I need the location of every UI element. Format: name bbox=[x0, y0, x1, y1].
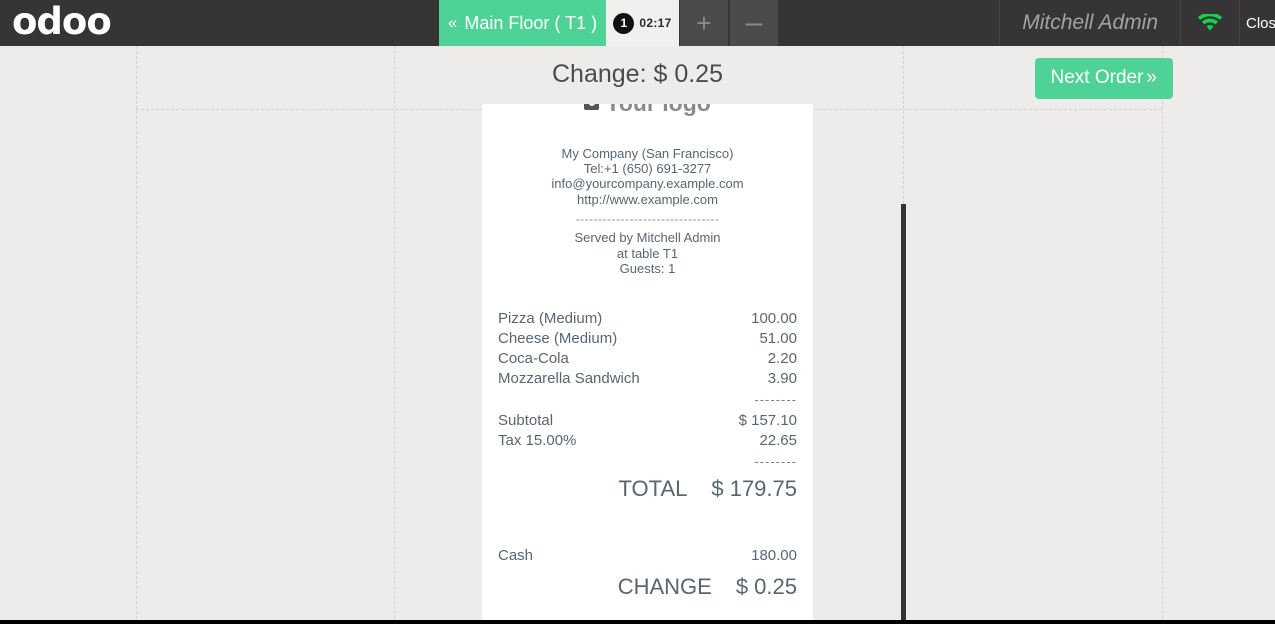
subtotal-label: Subtotal bbox=[498, 412, 554, 430]
grid-line-vertical-1 bbox=[136, 46, 137, 624]
company-phone: Tel:+1 (650) 691-3277 bbox=[583, 160, 712, 176]
payments-section: Cash 180.00 bbox=[498, 546, 797, 566]
company-website: http://www.example.com bbox=[577, 191, 718, 207]
payment-amount: 180.00 bbox=[751, 547, 797, 565]
total-value: $ 179.75 bbox=[711, 476, 797, 502]
order-line: Mozzarella Sandwich 3.90 bbox=[498, 369, 797, 389]
user-name-label: Mitchell Admin bbox=[1022, 11, 1158, 34]
order-count-badge: 1 bbox=[613, 12, 635, 34]
next-order-button[interactable]: Next Order» bbox=[1034, 58, 1173, 99]
close-session-button[interactable]: Clos bbox=[1239, 0, 1275, 46]
plus-icon: + bbox=[696, 8, 712, 38]
receipt-content: Your logo My Company (San Francisco) Tel… bbox=[482, 104, 813, 620]
odoo-logo-text: odoo bbox=[12, 0, 112, 43]
subtotal-row: Subtotal $ 157.10 bbox=[498, 411, 797, 431]
minus-icon: – bbox=[745, 6, 763, 39]
order-lines: Pizza (Medium) 100.00 Cheese (Medium) 51… bbox=[498, 309, 797, 389]
company-email: info@yourcompany.example.com bbox=[551, 176, 744, 192]
company-name: My Company (San Francisco) bbox=[561, 145, 734, 161]
order-line-name: Cheese (Medium) bbox=[498, 330, 618, 348]
pos-receipt-screen: odoo « Main Floor ( T1 ) 1 02:17 + – Mit… bbox=[0, 0, 1275, 624]
next-order-chevron-icon: » bbox=[1146, 67, 1157, 88]
payment-method-label: Cash bbox=[498, 547, 534, 565]
company-logo-placeholder: Your logo bbox=[498, 104, 797, 118]
tax-value: 22.65 bbox=[759, 432, 797, 450]
guests-count: Guests: 1 bbox=[619, 261, 676, 277]
order-line-price: 2.20 bbox=[767, 350, 797, 368]
change-value: $ 0.25 bbox=[735, 574, 797, 600]
floor-tab-label: Main Floor ( T1 ) bbox=[464, 12, 598, 33]
company-info: My Company (San Francisco) Tel:+1 (650) … bbox=[498, 146, 797, 208]
order-line: Pizza (Medium) 100.00 bbox=[498, 309, 797, 329]
served-by: Served by Mitchell Admin bbox=[574, 230, 721, 246]
order-line-price: 3.90 bbox=[767, 370, 797, 388]
total-rule: -------- bbox=[754, 454, 797, 470]
floor-tab-main-floor[interactable]: « Main Floor ( T1 ) bbox=[439, 0, 606, 46]
table-label: at table T1 bbox=[616, 245, 679, 261]
navbar-right-section: Mitchell Admin Clos bbox=[999, 0, 1275, 46]
receipt-header-bar: Change: $ 0.25 Next Order» bbox=[0, 46, 1275, 109]
total-label: TOTAL bbox=[618, 476, 688, 502]
receipt-separator-top: -------------------------------- bbox=[575, 212, 720, 227]
order-timer: 02:17 bbox=[639, 16, 672, 30]
total-row: TOTAL $ 179.75 bbox=[498, 468, 797, 502]
user-menu[interactable]: Mitchell Admin bbox=[999, 0, 1180, 46]
odoo-logo[interactable]: odoo bbox=[0, 0, 137, 46]
order-tab[interactable]: 1 02:17 bbox=[606, 0, 679, 46]
broken-image-icon bbox=[584, 104, 600, 110]
served-info: Served by Mitchell Admin at table T1 Gue… bbox=[498, 230, 797, 277]
change-row: CHANGE $ 0.25 bbox=[498, 566, 797, 600]
subtotal-rule: -------- bbox=[754, 392, 797, 408]
remove-order-button[interactable]: – bbox=[729, 0, 779, 46]
subtotal-value: $ 157.10 bbox=[738, 412, 797, 430]
company-logo-alt-text: Your logo bbox=[605, 104, 711, 116]
top-navbar: odoo « Main Floor ( T1 ) 1 02:17 + – Mit… bbox=[0, 0, 1275, 46]
order-line-price: 51.00 bbox=[759, 330, 797, 348]
tax-label: Tax 15.00% bbox=[498, 432, 577, 450]
grid-line-vertical-2 bbox=[394, 46, 395, 624]
payment-row: Cash 180.00 bbox=[498, 546, 797, 566]
tax-row: Tax 15.00% 22.65 bbox=[498, 431, 797, 451]
totals-section: Subtotal $ 157.10 Tax 15.00% 22.65 bbox=[498, 411, 797, 451]
order-line-name: Pizza (Medium) bbox=[498, 310, 603, 328]
wifi-icon bbox=[1197, 13, 1223, 31]
order-line: Cheese (Medium) 51.00 bbox=[498, 329, 797, 349]
next-order-label: Next Order bbox=[1050, 67, 1144, 88]
add-order-button[interactable]: + bbox=[679, 0, 729, 46]
navbar-gap bbox=[137, 0, 439, 46]
screen-bottom-edge bbox=[0, 620, 1275, 624]
wifi-status-button[interactable] bbox=[1180, 0, 1239, 46]
order-line-name: Mozzarella Sandwich bbox=[498, 370, 640, 388]
receipt-scrollbar[interactable] bbox=[900, 104, 906, 624]
close-session-label: Clos bbox=[1246, 14, 1275, 32]
grid-line-vertical-4 bbox=[1162, 46, 1163, 624]
receipt-panel: Your logo My Company (San Francisco) Tel… bbox=[482, 104, 813, 620]
order-line-name: Coca-Cola bbox=[498, 350, 569, 368]
scrollbar-thumb[interactable] bbox=[901, 204, 906, 624]
order-line: Coca-Cola 2.20 bbox=[498, 349, 797, 369]
change-label: CHANGE bbox=[617, 574, 712, 600]
back-chevron-icon: « bbox=[447, 13, 458, 32]
order-line-price: 100.00 bbox=[751, 310, 797, 328]
